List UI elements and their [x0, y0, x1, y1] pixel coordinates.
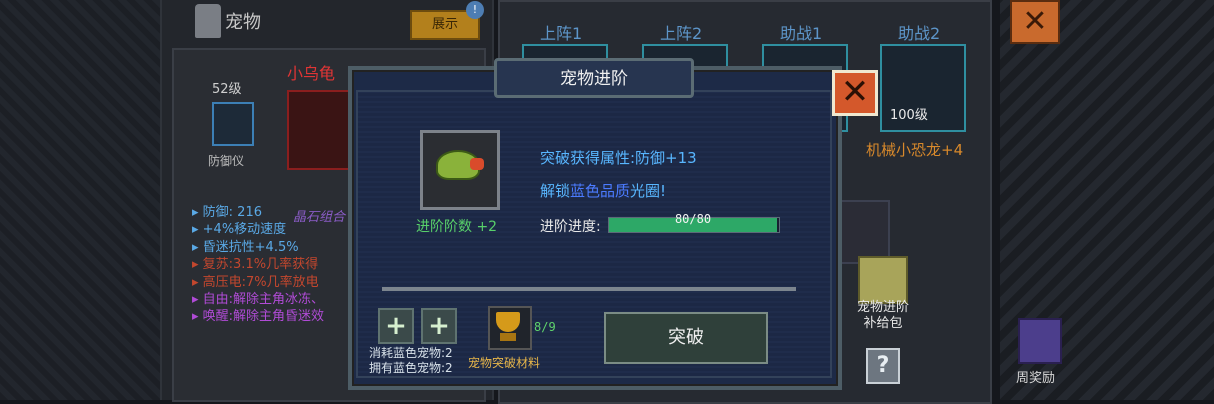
- rank-label: 进阶阶数 +2: [416, 219, 498, 235]
- pet-portrait[interactable]: [287, 90, 357, 170]
- panel-title: 宠物: [225, 12, 261, 33]
- add-pet-button-2[interactable]: +: [421, 308, 457, 344]
- attribute-item: ▸ 昏迷抗性+4.5%: [192, 239, 299, 255]
- modal-divider: [382, 287, 796, 291]
- consume-info: 消耗蓝色宠物:2 拥有蓝色宠物:2: [369, 346, 453, 376]
- equip-label: 防御仪: [208, 154, 245, 168]
- turtle-head-icon: [470, 158, 484, 170]
- modal-title: 宠物进阶: [560, 69, 628, 89]
- attribute-list: ▸ 防御: 216 ▸ +4%移动速度 ▸ 昏迷抗性+4.5% ▸ 复苏:3.1%几率…: [192, 204, 324, 326]
- weekly-reward-icon[interactable]: [1018, 318, 1062, 364]
- unlock-prefix: 解锁: [540, 182, 571, 200]
- unlock-highlight: 蓝色品质: [570, 182, 631, 200]
- help-button[interactable]: ?: [866, 348, 900, 384]
- break-attribute: 突破获得属性:防御+13: [540, 149, 697, 167]
- progress-label: 进阶进度:: [540, 219, 601, 235]
- slot-label-3: 助战1: [780, 24, 823, 43]
- attribute-item: ▸ 唤醒:解除主角昏迷效: [192, 309, 325, 325]
- notice-badge: !: [466, 1, 484, 19]
- break-button[interactable]: 突破: [604, 312, 768, 364]
- defense-device-icon[interactable]: [212, 102, 254, 146]
- slot-label-2: 上阵2: [660, 24, 703, 43]
- trophy-base-icon: [500, 333, 516, 341]
- slot-label-4: 助战2: [898, 24, 941, 43]
- add-pet-button-1[interactable]: +: [378, 308, 414, 344]
- attribute-item: ▸ 自由:解除主角冰冻、: [192, 292, 325, 308]
- attribute-item: ▸ 高压电:7%几率放电: [192, 274, 319, 290]
- supply-pack-label-1: 宠物进阶: [856, 300, 909, 315]
- close-button[interactable]: ✕: [832, 70, 878, 116]
- weekly-reward-label: 周奖励: [1016, 371, 1056, 386]
- pet-level: 52级: [212, 82, 242, 97]
- unlock-text: 解锁蓝色品质光圈!: [540, 180, 666, 201]
- owned-line: 拥有蓝色宠物:2: [369, 361, 453, 375]
- slot-level: 100级: [890, 108, 928, 123]
- supply-pack-label-2: 补给包: [863, 316, 903, 331]
- game-background-left: [0, 0, 160, 400]
- pet-name: 小乌龟: [287, 64, 336, 83]
- top-close-button[interactable]: ✕: [1010, 0, 1060, 44]
- material-label: 宠物突破材料: [468, 356, 541, 370]
- attribute-item: ▸ 防御: 216: [192, 205, 262, 220]
- consume-line: 消耗蓝色宠物:2: [369, 346, 453, 360]
- slot-label-1: 上阵1: [540, 24, 583, 43]
- slot-name: 机械小恐龙+4: [866, 141, 964, 159]
- attribute-item: ▸ 复苏:3.1%几率获得: [192, 257, 319, 273]
- supply-pack-icon[interactable]: [858, 256, 908, 304]
- supply-pack-label: 宠物进阶 补给包: [848, 300, 918, 332]
- progress-text: 80/80: [674, 212, 712, 226]
- unlock-suffix: 光圈!: [630, 182, 667, 200]
- attribute-item: ▸ +4%移动速度: [192, 222, 287, 238]
- pet-title-icon: [195, 4, 221, 38]
- material-count: 8/9: [534, 320, 556, 334]
- pet-thumbnail[interactable]: [836, 200, 890, 264]
